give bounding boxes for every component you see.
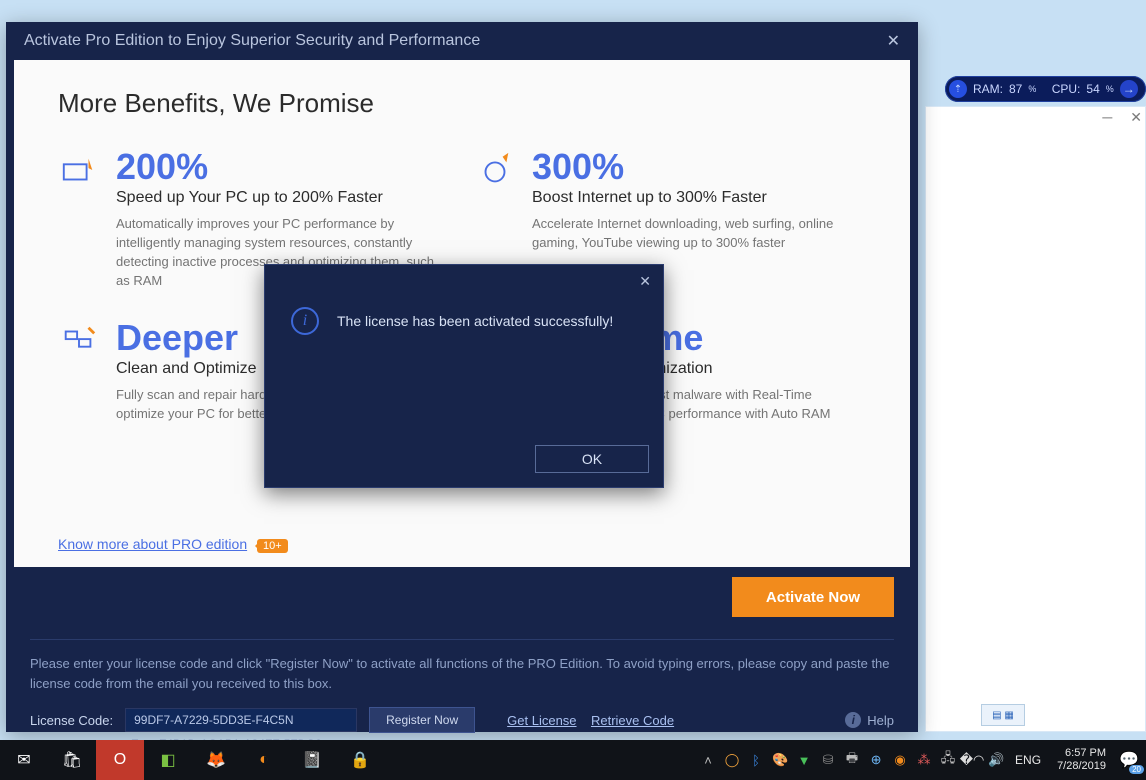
- window-title: Activate Pro Edition to Enjoy Superior S…: [24, 32, 480, 50]
- dialog-close-icon[interactable]: ✕: [639, 273, 651, 290]
- tray-volume-icon[interactable]: 🔊: [985, 749, 1007, 771]
- tray-security-icon[interactable]: ⊕: [865, 749, 887, 771]
- taskbar-mail-icon[interactable]: ✉: [0, 740, 48, 780]
- benefit-subtitle: Boost Internet up to 300% Faster: [532, 189, 864, 207]
- bgwin-close-icon[interactable]: ✕: [1130, 109, 1142, 126]
- page-heading: More Benefits, We Promise: [58, 88, 866, 119]
- tray-link-icon[interactable]: 🖧: [937, 749, 959, 771]
- register-now-button[interactable]: Register Now: [369, 707, 475, 733]
- view-mode-toggle[interactable]: ▤ ▦: [981, 704, 1025, 726]
- tray-db-icon[interactable]: ⛁: [817, 749, 839, 771]
- notification-count: 20: [1129, 765, 1144, 774]
- tray-cluster-icon[interactable]: ⁂: [913, 749, 935, 771]
- new-count-badge: 10+: [257, 539, 288, 553]
- tray-chevron-up-icon[interactable]: ˄: [697, 749, 719, 771]
- cpu-label: CPU:: [1052, 82, 1081, 96]
- benefit-headline: 300%: [532, 149, 864, 185]
- benefit-headline: 200%: [116, 149, 448, 185]
- tray-wifi-icon[interactable]: �◠: [961, 749, 983, 771]
- tray-shield-green-icon[interactable]: ▼: [793, 749, 815, 771]
- background-explorer-window: ─ ✕ ▤ ▦: [925, 106, 1146, 732]
- speedup-icon: [58, 149, 100, 191]
- activation-success-dialog: ✕ i The license has been activated succe…: [264, 264, 664, 488]
- retrieve-code-link[interactable]: Retrieve Code: [591, 713, 674, 728]
- get-license-link[interactable]: Get License: [507, 713, 576, 728]
- tray-circle-icon[interactable]: ◯: [721, 749, 743, 771]
- license-code-input[interactable]: [125, 708, 357, 732]
- taskbar-camtasia-icon[interactable]: ◧: [144, 740, 192, 780]
- tray-swirl-icon[interactable]: ◉: [889, 749, 911, 771]
- rocket-globe-icon: [474, 149, 516, 191]
- license-code-label: License Code:: [30, 713, 113, 728]
- taskbar-firefox-icon[interactable]: 🦊: [192, 740, 240, 780]
- tray-bluetooth-icon[interactable]: ᛒ: [745, 749, 767, 771]
- broom-icon: [58, 320, 100, 362]
- performance-monitor-bubble[interactable]: ⇡ RAM: 87% CPU: 54% →: [945, 76, 1146, 102]
- bgwin-minimize-icon[interactable]: ─: [1102, 109, 1112, 126]
- titlebar: Activate Pro Edition to Enjoy Superior S…: [6, 22, 918, 60]
- taskbar-opera-icon[interactable]: O: [96, 740, 144, 780]
- expand-icon[interactable]: →: [1120, 80, 1138, 98]
- cpu-value: 54: [1086, 82, 1099, 96]
- taskbar: ✉ 🛍 O ◧ 🦊 ◐ 📓 🔒 ˄ ◯ ᛒ 🎨 ▼ ⛁ 🖶 ⊕ ◉ ⁂ 🖧 �◠…: [0, 740, 1146, 780]
- close-icon[interactable]: ✕: [887, 31, 900, 51]
- footer-area: Activate Now Please enter your license c…: [6, 567, 918, 751]
- instructions-text: Please enter your license code and click…: [30, 654, 894, 693]
- benefit-description: Accelerate Internet downloading, web sur…: [532, 215, 864, 253]
- tray-palette-icon[interactable]: 🎨: [769, 749, 791, 771]
- info-icon: i: [291, 307, 319, 335]
- dialog-message: The license has been activated successfu…: [337, 313, 613, 329]
- activate-now-button[interactable]: Activate Now: [732, 577, 894, 617]
- divider: [30, 639, 894, 640]
- know-more-link[interactable]: Know more about PRO edition: [58, 536, 247, 552]
- tray-printer-icon[interactable]: 🖶: [841, 749, 863, 771]
- taskbar-notepad-icon[interactable]: 📓: [288, 740, 336, 780]
- info-icon: i: [845, 712, 861, 728]
- benefit-subtitle: Speed up Your PC up to 200% Faster: [116, 189, 448, 207]
- help-link[interactable]: i Help: [845, 712, 894, 728]
- ram-value: 87: [1009, 82, 1022, 96]
- tray-clock[interactable]: 6:57 PM 7/28/2019: [1049, 747, 1114, 772]
- ok-button[interactable]: OK: [535, 445, 649, 473]
- rocket-icon: ⇡: [949, 80, 967, 98]
- ram-label: RAM:: [973, 82, 1003, 96]
- taskbar-asc-icon[interactable]: ◐: [240, 740, 288, 780]
- taskbar-store-icon[interactable]: 🛍: [48, 740, 96, 780]
- taskbar-lock-icon[interactable]: 🔒: [336, 740, 384, 780]
- tray-notifications-icon[interactable]: 💬20: [1116, 747, 1142, 773]
- tray-language[interactable]: ENG: [1009, 753, 1047, 767]
